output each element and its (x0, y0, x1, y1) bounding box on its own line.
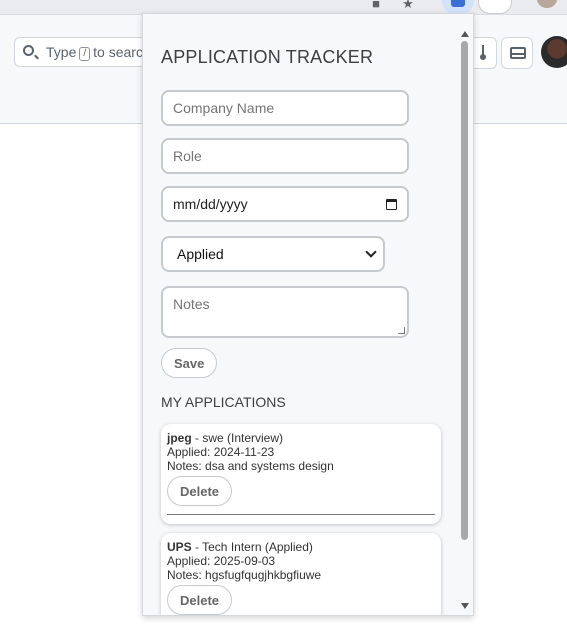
tab-search-icon[interactable] (478, 0, 512, 14)
applications-heading: MY APPLICATIONS (161, 394, 286, 410)
scroll-up-arrow-icon[interactable] (461, 31, 469, 37)
scrollbar[interactable] (460, 31, 469, 612)
inbox-button[interactable] (501, 37, 533, 69)
calendar-icon[interactable] (386, 198, 397, 210)
pinned-extension-icon[interactable] (442, 0, 474, 14)
notes-placeholder: Notes (173, 296, 210, 312)
resize-handle[interactable] (398, 327, 405, 334)
chevron-down-icon (365, 246, 377, 258)
application-role-status: - swe (Interview) (191, 431, 284, 445)
application-card: jpeg - swe (Interview) Applied: 2024-11-… (161, 424, 441, 524)
card-divider (167, 514, 435, 515)
extension-icon[interactable]: ■ (368, 0, 384, 12)
application-notes: Notes: hgsfugfqugjhkbgfiuwe (167, 568, 322, 582)
status-selected-value: Applied (177, 246, 224, 262)
application-company: UPS (167, 540, 192, 554)
application-company: jpeg (167, 431, 192, 445)
date-value: mm/dd/yyyy (173, 196, 248, 212)
role-input[interactable] (161, 138, 409, 174)
application-date: Applied: 2024-11-23 (167, 445, 275, 459)
delete-button[interactable]: Delete (167, 476, 233, 506)
star-icon[interactable]: ★ (400, 0, 416, 12)
save-button[interactable]: Save (161, 348, 218, 378)
search-hint: Type / to search (46, 44, 151, 61)
delete-button[interactable]: Delete (167, 585, 233, 615)
popup-title: APPLICATION TRACKER (161, 47, 374, 67)
application-summary: jpeg - swe (Interview) (167, 431, 435, 445)
application-card: UPS - Tech Intern (Applied) Applied: 202… (161, 533, 441, 615)
profile-icon[interactable] (537, 0, 557, 8)
inbox-icon (510, 47, 526, 59)
application-notes: Notes: dsa and systems design (167, 459, 334, 473)
pull-request-icon (475, 45, 487, 60)
date-input[interactable]: mm/dd/yyyy (161, 186, 409, 222)
status-select[interactable]: Applied (161, 236, 385, 272)
notes-textarea[interactable]: Notes (161, 286, 409, 338)
slash-key-badge: / (79, 47, 91, 61)
application-summary: UPS - Tech Intern (Applied) (167, 540, 435, 554)
company-name-input[interactable] (161, 90, 409, 126)
scroll-down-arrow-icon[interactable] (461, 603, 469, 609)
application-date: Applied: 2025-09-03 (167, 554, 276, 568)
scrollbar-thumb[interactable] (461, 41, 468, 540)
avatar[interactable] (541, 36, 567, 68)
search-icon (23, 45, 34, 56)
extension-popup: APPLICATION TRACKER mm/dd/yyyy Applied N… (142, 13, 474, 616)
application-role-status: - Tech Intern (Applied) (191, 540, 313, 554)
